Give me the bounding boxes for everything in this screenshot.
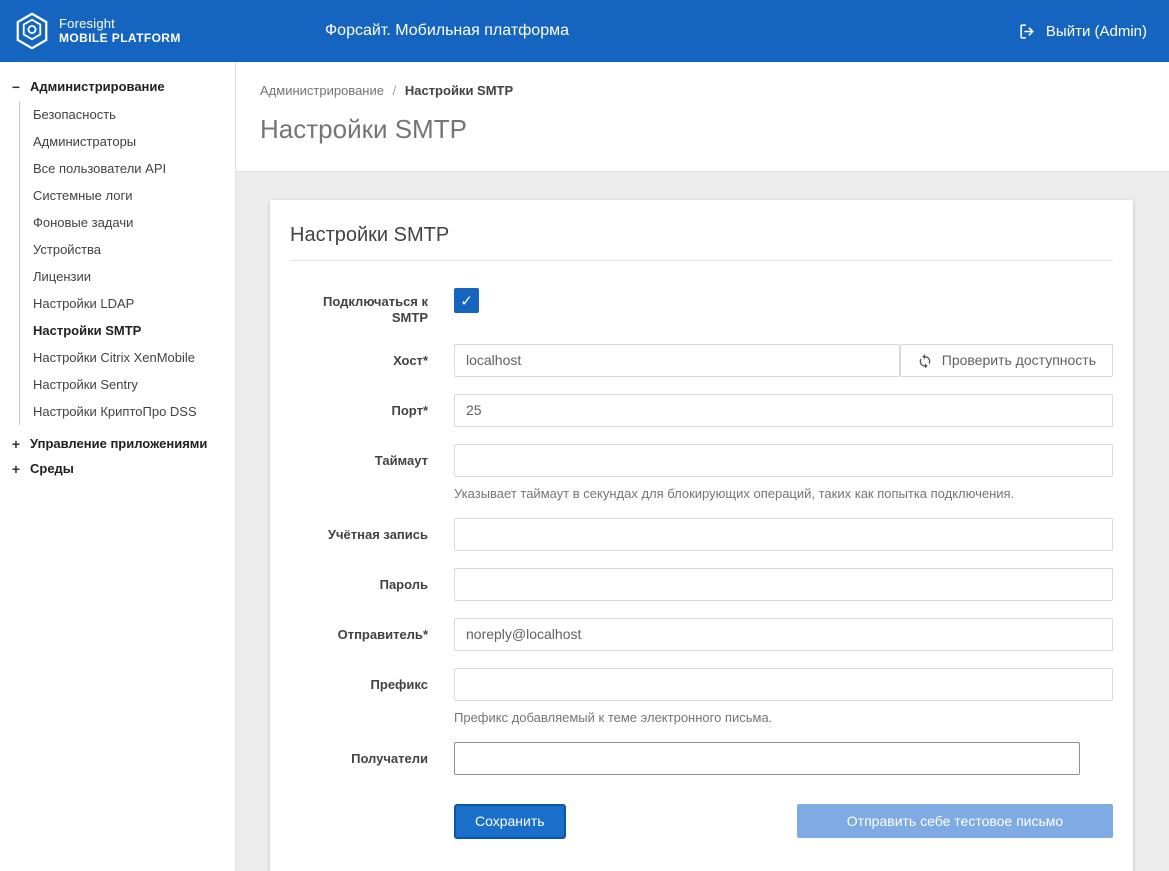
card-title: Настройки SMTP [290, 224, 1113, 261]
account-input[interactable] [454, 518, 1113, 551]
sidebar-section-label: Управление приложениями [30, 436, 207, 451]
sidebar-section-label: Администрирование [30, 79, 165, 94]
password-input[interactable] [454, 568, 1113, 601]
sidebar-item-system-logs[interactable]: Системные логи [20, 182, 227, 209]
prefix-help: Префикс добавляемый к теме электронного … [454, 710, 1113, 725]
recipients-input[interactable] [454, 742, 1080, 775]
brand[interactable]: Foresight MOBILE PLATFORM [14, 11, 181, 51]
timeout-input[interactable] [454, 444, 1113, 477]
topbar: Foresight MOBILE PLATFORM Форсайт. Мобил… [0, 0, 1169, 62]
breadcrumb-current: Настройки SMTP [405, 83, 513, 98]
connect-smtp-checkbox[interactable]: ✓ [454, 288, 479, 313]
prefix-label: Префикс [290, 668, 428, 725]
form-row-host: Хост* Проверить доступность [290, 344, 1113, 377]
port-input[interactable] [454, 394, 1113, 427]
port-label: Порт* [290, 394, 428, 427]
logout-icon [1018, 22, 1037, 41]
sidebar-item-licenses[interactable]: Лицензии [20, 263, 227, 290]
page-header: Администрирование / Настройки SMTP Настр… [236, 62, 1169, 172]
required-marker: * [423, 403, 428, 418]
recipients-label: Получатели [290, 742, 428, 775]
save-button[interactable]: Сохранить [454, 804, 566, 839]
sidebar-item-sentry-settings[interactable]: Настройки Sentry [20, 371, 227, 398]
expand-icon[interactable]: + [10, 463, 22, 475]
sidebar-section-administration-header[interactable]: − Администрирование [10, 74, 227, 99]
host-input[interactable] [454, 344, 900, 377]
form-row-prefix: Префикс Префикс добавляемый к теме элект… [290, 668, 1113, 725]
sidebar-section-app-management: + Управление приложениями [10, 431, 227, 456]
timeout-help: Указывает таймаут в секундах для блокиру… [454, 486, 1113, 501]
sidebar-item-security[interactable]: Безопасность [20, 101, 227, 128]
sidebar-item-administrators[interactable]: Администраторы [20, 128, 227, 155]
buttons-spacer [290, 804, 428, 839]
collapse-icon[interactable]: − [10, 81, 22, 93]
host-label: Хост* [290, 344, 428, 377]
sidebar-section-environments-header[interactable]: + Среды [10, 456, 227, 481]
form-row-sender: Отправитель* [290, 618, 1113, 651]
account-label: Учётная запись [290, 518, 428, 551]
sidebar-item-smtp-settings[interactable]: Настройки SMTP [20, 317, 227, 344]
expand-icon[interactable]: + [10, 438, 22, 450]
form-row-password: Пароль [290, 568, 1113, 601]
connect-label: Подключаться к SMTP [290, 285, 428, 327]
form-row-account: Учётная запись [290, 518, 1113, 551]
breadcrumb-separator: / [393, 83, 397, 98]
sidebar-section-app-management-header[interactable]: + Управление приложениями [10, 431, 227, 456]
foresight-logo-icon [14, 11, 50, 51]
breadcrumb: Администрирование / Настройки SMTP [260, 83, 1145, 98]
form-row-timeout: Таймаут Указывает таймаут в секундах для… [290, 444, 1113, 501]
form-row-recipients: Получатели [290, 742, 1113, 775]
sender-input[interactable] [454, 618, 1113, 651]
required-marker: * [423, 627, 428, 642]
logout-button[interactable]: Выйти (Admin) [1018, 22, 1147, 41]
sidebar-section-environments: + Среды [10, 456, 227, 481]
sidebar-item-background-tasks[interactable]: Фоновые задачи [20, 209, 227, 236]
required-marker: * [423, 353, 428, 368]
sender-label: Отправитель* [290, 618, 428, 651]
check-icon: ✓ [460, 292, 473, 310]
refresh-icon [917, 352, 933, 368]
timeout-label: Таймаут [290, 444, 428, 501]
brand-subtitle: MOBILE PLATFORM [59, 32, 181, 46]
sidebar-item-cryptopro-settings[interactable]: Настройки КриптоПро DSS [20, 398, 227, 425]
sidebar-item-ldap-settings[interactable]: Настройки LDAP [20, 290, 227, 317]
app-title: Форсайт. Мобильная платформа [325, 22, 569, 40]
sidebar-admin-items: Безопасность Администраторы Все пользова… [19, 101, 227, 425]
form-buttons-row: Сохранить Отправить себе тестовое письмо [290, 804, 1113, 839]
brand-name: Foresight [59, 17, 181, 32]
sidebar-section-administration: − Администрирование Безопасность Админис… [10, 74, 227, 425]
breadcrumb-administration[interactable]: Администрирование [260, 83, 384, 98]
logout-label: Выйти (Admin) [1046, 23, 1147, 40]
check-availability-button[interactable]: Проверить доступность [900, 344, 1113, 377]
main-content: Администрирование / Настройки SMTP Настр… [236, 62, 1169, 871]
prefix-input[interactable] [454, 668, 1113, 701]
password-label: Пароль [290, 568, 428, 601]
page-title: Настройки SMTP [260, 114, 1145, 145]
sidebar-item-api-users[interactable]: Все пользователи API [20, 155, 227, 182]
smtp-settings-card: Настройки SMTP Подключаться к SMTP ✓ Хос… [270, 200, 1133, 871]
send-test-email-button[interactable]: Отправить себе тестовое письмо [797, 804, 1113, 838]
check-availability-label: Проверить доступность [942, 352, 1096, 368]
sidebar-item-devices[interactable]: Устройства [20, 236, 227, 263]
sidebar-item-citrix-settings[interactable]: Настройки Citrix XenMobile [20, 344, 227, 371]
sidebar-section-label: Среды [30, 461, 74, 476]
form-row-connect: Подключаться к SMTP ✓ [290, 285, 1113, 327]
sidebar: − Администрирование Безопасность Админис… [0, 62, 236, 871]
form-row-port: Порт* [290, 394, 1113, 427]
